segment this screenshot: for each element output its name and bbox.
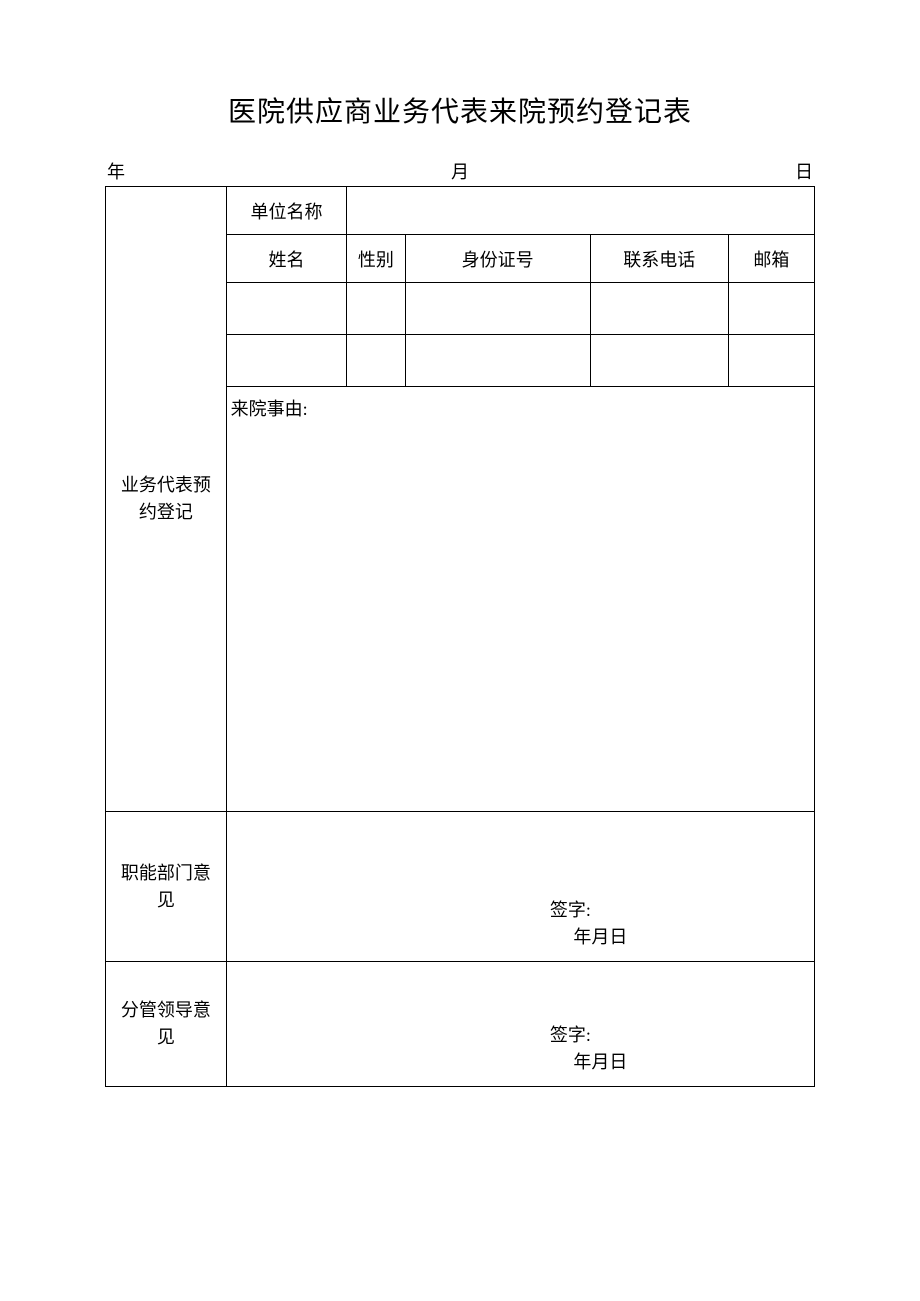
unit-name-label: 单位名称 — [226, 187, 347, 235]
row2-email — [728, 335, 814, 387]
header-phone: 联系电话 — [590, 235, 728, 283]
page-title: 医院供应商业务代表来院预约登记表 — [105, 90, 815, 130]
date-year-label: 年 — [107, 158, 125, 184]
leader-sign-label: 签字: — [327, 1022, 814, 1049]
unit-name-value — [347, 187, 815, 235]
header-name: 姓名 — [226, 235, 347, 283]
dept-date-label: 年月日 — [387, 924, 814, 951]
reason-cell: 来院事由: — [226, 387, 814, 812]
dept-opinion-label: 职能部门意见 — [106, 812, 227, 962]
row2-gender — [347, 335, 405, 387]
row1-name — [226, 283, 347, 335]
date-day-label: 日 — [795, 158, 813, 184]
dept-opinion-content: 签字: 年月日 — [226, 812, 814, 962]
registration-side-label: 业务代表预约登记 — [106, 187, 227, 812]
header-email: 邮箱 — [728, 235, 814, 283]
leader-date-label: 年月日 — [387, 1049, 814, 1076]
leader-opinion-content: 签字: 年月日 — [226, 962, 814, 1087]
registration-table: 业务代表预约登记 单位名称 姓名 性别 身份证号 联系电话 邮箱 来院事由: 职… — [105, 186, 815, 1087]
row1-email — [728, 283, 814, 335]
row2-id — [405, 335, 590, 387]
date-row: 年 月 日 — [105, 158, 815, 184]
row1-gender — [347, 283, 405, 335]
leader-opinion-label: 分管领导意见 — [106, 962, 227, 1087]
dept-sign-label: 签字: — [327, 897, 814, 924]
header-gender: 性别 — [347, 235, 405, 283]
row2-name — [226, 335, 347, 387]
row1-id — [405, 283, 590, 335]
header-id: 身份证号 — [405, 235, 590, 283]
row2-phone — [590, 335, 728, 387]
date-month-label: 月 — [125, 158, 795, 184]
row1-phone — [590, 283, 728, 335]
